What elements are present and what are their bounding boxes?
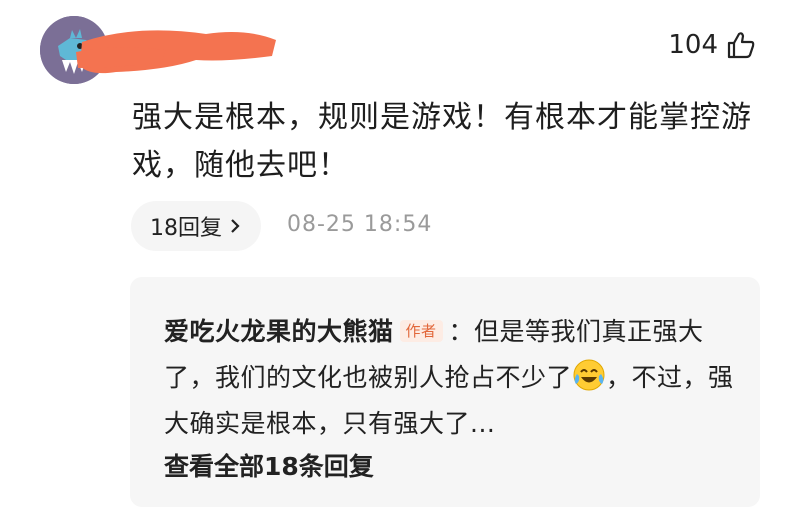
laughing-crying-emoji-icon: [573, 359, 605, 391]
thumbs-up-icon: [727, 32, 755, 59]
comment-timestamp: 08-25 18:54: [287, 212, 433, 237]
reply-content: 爱吃火龙果的大熊猫 作者 ：但是等我们真正强大了，我们的文化也被别人抢占不少了 ，不…: [164, 309, 734, 447]
replies-count-label: 18回复: [150, 216, 222, 241]
comment-text: 强大是根本，规则是游戏！有根本才能掌控游戏，随他去吧！: [132, 100, 752, 183]
like-button[interactable]: 104: [668, 30, 756, 60]
like-count: 104: [668, 30, 718, 60]
author-badge: 作者: [399, 320, 443, 342]
replies-button[interactable]: 18回复: [131, 201, 261, 251]
view-all-replies-link[interactable]: 查看全部18条回复: [164, 447, 374, 483]
username-redaction: [76, 30, 276, 74]
chevron-right-icon: [231, 219, 240, 233]
reply-author-name[interactable]: 爱吃火龙果的大熊猫: [164, 317, 394, 346]
reply-preview-box[interactable]: 爱吃火龙果的大熊猫 作者 ：但是等我们真正强大了，我们的文化也被别人抢占不少了 ，不…: [130, 277, 760, 507]
